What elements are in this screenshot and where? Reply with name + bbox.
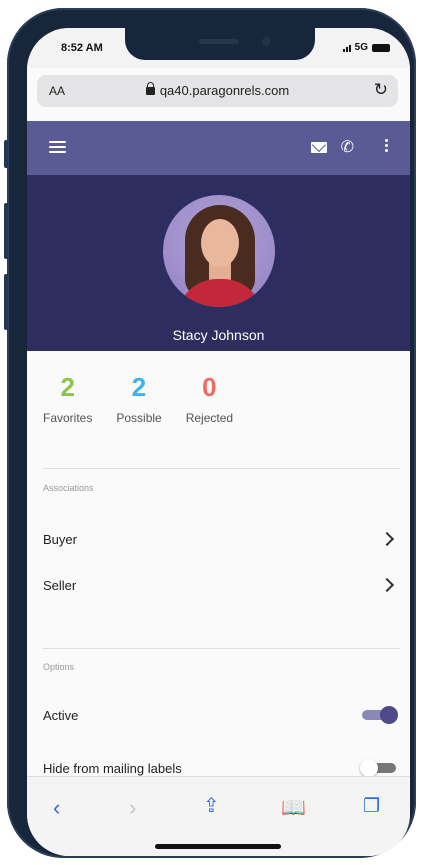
chevron-right-icon [379,577,395,593]
address-bar[interactable]: AA qa40.paragonrels.com ↻ [37,75,398,107]
option-row-active: Active [43,700,398,730]
profile-header: Stacy Johnson [27,175,410,351]
stat-label: Possible [116,411,162,425]
share-icon[interactable]: ⇪ [203,793,220,818]
volume-up-button [4,203,8,259]
divider [43,648,400,649]
more-icon[interactable] [385,139,388,154]
divider [43,468,400,469]
stats-row: 2 Favorites 2 Possible 0 Rejected [43,373,233,425]
stat-favorites[interactable]: 2 Favorites [43,373,92,425]
section-title-options: Options [43,662,75,672]
section-title-associations: Associations [43,483,94,493]
stat-value: 2 [60,372,75,402]
row-label: Buyer [43,531,77,547]
reload-icon[interactable]: ↻ [374,80,388,100]
mute-switch [4,140,8,168]
mail-icon[interactable] [311,142,327,153]
forward-icon: › [129,795,137,820]
profile-name: Stacy Johnson [172,327,265,343]
stat-rejected[interactable]: 0 Rejected [186,373,233,425]
avatar [163,195,275,307]
front-camera [262,37,271,46]
hamburger-icon[interactable] [49,141,66,153]
hide-mailing-toggle[interactable] [360,759,396,777]
stat-value: 0 [202,372,217,402]
volume-down-button [4,274,8,330]
phone-icon[interactable]: ✆ [341,137,354,157]
association-row-seller[interactable]: Seller [43,570,396,600]
phone-frame: 8:52 AM 5G AA qa40.paragonrels.com ↻ ✆ S… [4,8,416,858]
network-label: 5G [354,42,368,53]
active-toggle[interactable] [362,706,398,724]
url-text: qa40.paragonrels.com [159,83,290,98]
chevron-right-icon [379,531,395,547]
stat-label: Rejected [185,411,234,425]
tabs-icon[interactable]: ❐ [363,795,380,818]
row-label: Active [43,707,79,723]
status-time: 8:52 AM [61,42,103,54]
url-display[interactable]: qa40.paragonrels.com [37,82,398,98]
stat-possible[interactable]: 2 Possible [116,373,161,425]
status-indicators: 5G [342,42,390,53]
phone-screen: 8:52 AM 5G AA qa40.paragonrels.com ↻ ✆ S… [27,28,410,856]
lock-icon [145,82,155,95]
app-bar: ✆ [27,121,410,175]
stat-value: 2 [131,372,147,402]
row-label: Seller [43,577,77,593]
row-label: Hide from mailing labels [43,760,182,776]
speaker [199,39,239,44]
stat-label: Favorites [43,411,93,425]
signal-icon [342,44,351,52]
home-indicator [155,844,281,849]
back-icon[interactable]: ‹ [53,795,60,821]
notch [125,28,315,60]
bookmarks-icon[interactable]: 📖 [281,795,306,820]
association-row-buyer[interactable]: Buyer [43,524,396,554]
battery-icon [372,43,390,52]
